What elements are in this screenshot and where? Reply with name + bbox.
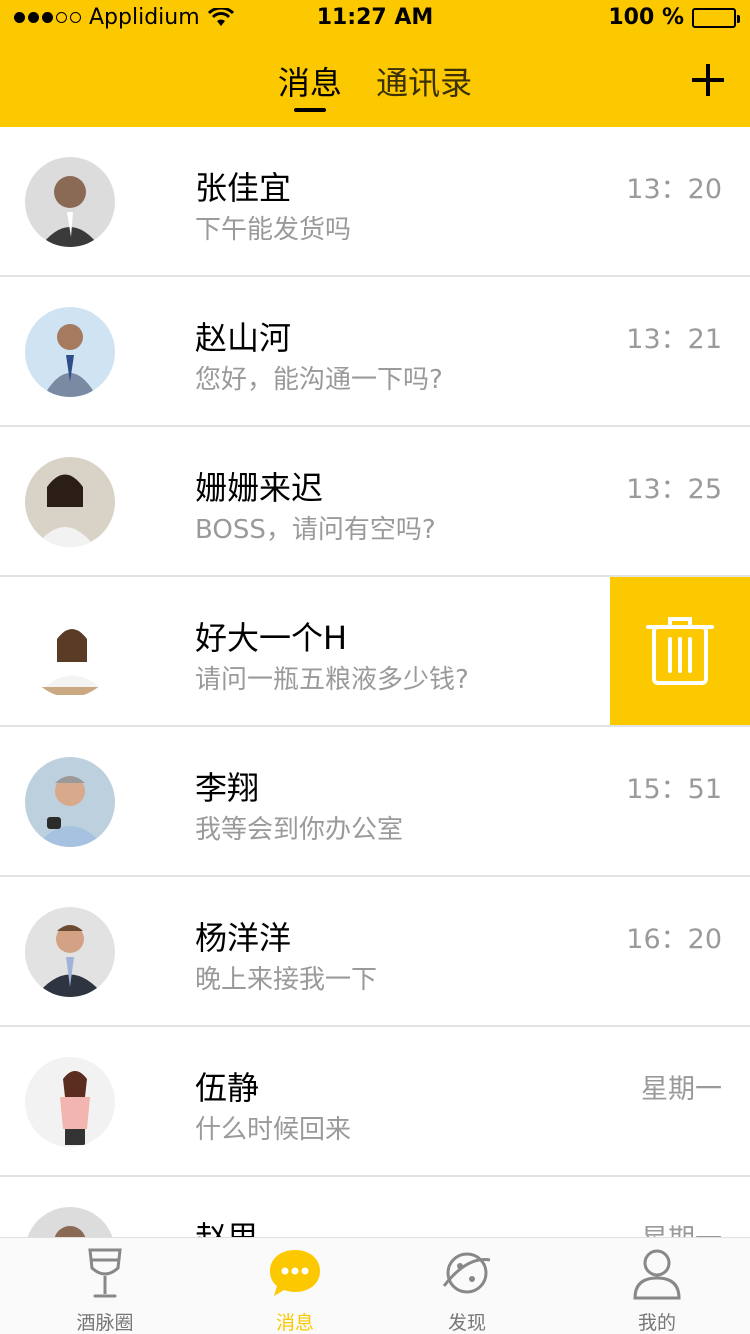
tabbar-label: 酒脉圈 xyxy=(76,1312,134,1334)
battery-percent: 100 % xyxy=(608,5,684,30)
wine-glass-icon xyxy=(88,1248,122,1298)
message-time: 16：20 xyxy=(626,924,722,955)
top-bar: Applidium 11:27 AM 100 % 消息 通讯录 xyxy=(0,0,750,127)
conversation-row[interactable]: 杨洋洋 晚上来接我一下 16：20 xyxy=(0,877,750,1027)
add-icon[interactable] xyxy=(690,62,726,98)
delete-button[interactable] xyxy=(610,577,750,725)
trash-icon xyxy=(646,617,714,685)
conversation-list: 张佳宜 下午能发货吗 13：20 赵山河 您好，能沟通一下吗? 13：21 姗姗… xyxy=(0,127,750,1237)
contact-name: 伍静 xyxy=(195,1069,260,1107)
header-tabs: 消息 通讯录 xyxy=(0,58,750,112)
status-right: 100 % xyxy=(608,5,740,30)
contact-name: 张佳宜 xyxy=(195,169,292,207)
message-time: 星期一 xyxy=(641,1217,722,1237)
status-bar: Applidium 11:27 AM 100 % xyxy=(0,0,750,40)
active-tab-underline xyxy=(293,108,326,112)
conversation-row[interactable]: 赵山河 您好，能沟通一下吗? 13：21 xyxy=(0,277,750,427)
tab-contacts-label: 通讯录 xyxy=(376,64,473,102)
conversation-row[interactable]: 姗姗来迟 BOSS，请问有空吗? 13：25 xyxy=(0,427,750,577)
conversation-row[interactable]: 李翔 我等会到你办公室 15：51 xyxy=(0,727,750,877)
message-preview: BOSS，请问有空吗? xyxy=(195,515,436,545)
tabbar-item-discover[interactable]: 发现 xyxy=(392,1246,542,1334)
message-time: 13：20 xyxy=(626,174,722,205)
avatar xyxy=(25,157,115,247)
contact-name: 李翔 xyxy=(195,769,260,807)
tabbar-label: 消息 xyxy=(275,1312,314,1334)
bottom-tab-bar: 酒脉圈 消息 发现 我的 xyxy=(0,1237,750,1334)
tabbar-label: 发现 xyxy=(447,1312,486,1334)
message-time: 13：25 xyxy=(626,474,722,505)
avatar xyxy=(25,1207,115,1237)
planet-icon xyxy=(442,1252,491,1294)
contact-name: 姗姗来迟 xyxy=(195,469,324,507)
message-preview: 我等会到你办公室 xyxy=(195,815,404,845)
conversation-row-swiped[interactable]: 好大一个H 请问一瓶五粮液多少钱? xyxy=(0,577,750,727)
message-preview: 请问一瓶五粮液多少钱? xyxy=(195,665,469,695)
message-preview: 下午能发货吗 xyxy=(195,215,352,245)
battery-icon xyxy=(692,7,740,28)
tab-contacts[interactable]: 通讯录 xyxy=(376,58,472,104)
message-time: 15：51 xyxy=(626,774,722,805)
swiped-row-content[interactable]: 好大一个H 请问一瓶五粮液多少钱? xyxy=(0,577,610,725)
avatar xyxy=(25,757,115,847)
contact-name: 赵山河 xyxy=(195,319,292,357)
avatar xyxy=(25,1057,115,1147)
message-time: 星期一 xyxy=(641,1074,722,1105)
message-time: 13：21 xyxy=(626,324,722,355)
person-icon xyxy=(633,1249,681,1300)
conversation-row[interactable]: 张佳宜 下午能发货吗 13：20 xyxy=(0,127,750,277)
avatar xyxy=(25,307,115,397)
tabbar-item-me[interactable]: 我的 xyxy=(582,1246,732,1334)
message-preview: 晚上来接我一下 xyxy=(195,965,378,995)
contact-name: 赵思 xyxy=(195,1213,259,1237)
tabbar-item-messages[interactable]: 消息 xyxy=(220,1246,370,1334)
chat-bubble-icon xyxy=(270,1250,320,1296)
tabbar-item-jiumai[interactable]: 酒脉圈 xyxy=(30,1246,180,1334)
contact-name: 杨洋洋 xyxy=(195,919,292,957)
avatar xyxy=(25,457,115,547)
avatar xyxy=(25,607,115,697)
tab-messages-label: 消息 xyxy=(277,64,342,102)
message-preview: 什么时候回来 xyxy=(195,1115,352,1145)
avatar xyxy=(25,907,115,997)
tabbar-label: 我的 xyxy=(637,1312,676,1334)
tab-messages[interactable]: 消息 xyxy=(277,58,342,112)
message-preview: 您好，能沟通一下吗? xyxy=(195,365,443,395)
conversation-row[interactable]: 伍静 什么时候回来 星期一 xyxy=(0,1027,750,1177)
conversation-row[interactable]: 赵思 星期一 xyxy=(0,1177,750,1237)
contact-name: 好大一个H xyxy=(195,619,348,657)
